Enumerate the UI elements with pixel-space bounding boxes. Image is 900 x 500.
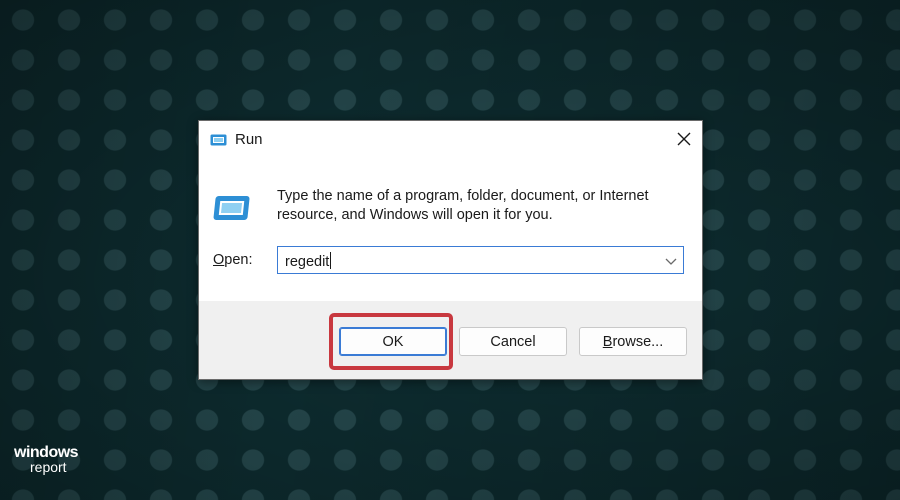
- open-input[interactable]: regedit: [285, 252, 332, 270]
- cancel-button[interactable]: Cancel: [459, 327, 567, 356]
- dropdown-button[interactable]: [664, 254, 678, 266]
- close-icon: [677, 132, 691, 146]
- dialog-body: Type the name of a program, folder, docu…: [199, 159, 702, 301]
- chevron-down-icon: [665, 258, 677, 265]
- dialog-footer: OK Cancel Browse...: [199, 301, 702, 379]
- ok-button[interactable]: OK: [339, 327, 447, 356]
- browse-button[interactable]: Browse...: [579, 327, 687, 356]
- run-icon: [213, 194, 253, 224]
- dialog-title: Run: [235, 131, 263, 148]
- run-dialog: Run Type the name of a program, folder, …: [198, 120, 703, 380]
- run-icon: [210, 133, 227, 146]
- dialog-description: Type the name of a program, folder, docu…: [277, 188, 649, 223]
- windows-report-logo: windows report: [14, 444, 79, 475]
- open-combobox[interactable]: regedit: [277, 246, 684, 274]
- text-caret: [330, 252, 332, 269]
- title-bar: Run: [199, 121, 702, 159]
- close-button[interactable]: [666, 121, 702, 157]
- open-label: Open:: [213, 252, 253, 268]
